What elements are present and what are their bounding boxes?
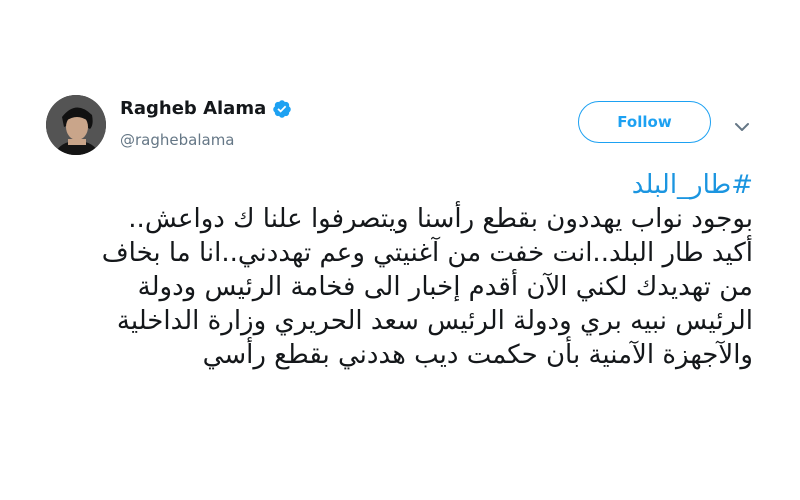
tweet-text: #طار_البلد بوجود نواب يهددون بقطع رأسنا … — [33, 168, 753, 372]
tweet-text-line: بوجود نواب يهددون بقطع رأسنا ويتصرفوا عل… — [128, 204, 753, 234]
chevron-down-icon[interactable] — [734, 118, 750, 131]
author-handle[interactable]: @raghebalama — [120, 131, 235, 149]
tweet-text-line: أكيد طار البلد..انت خفت من آغنيتي وعم ته… — [101, 238, 753, 268]
tweet-text-line: من تهديدك لكني الآن أقدم إخبار الى فخامة… — [137, 272, 753, 302]
tweet-text-line: الرئيس نبيه بري ودولة الرئيس سعد الحريري… — [116, 306, 753, 336]
verified-badge-icon — [272, 99, 292, 119]
tweet-text-line: والآجهزة الآمنية بأن حكمت ديب هددني بقطع… — [202, 340, 753, 370]
author-name-row: Ragheb Alama — [120, 98, 292, 119]
avatar[interactable] — [46, 95, 106, 155]
author-display-name[interactable]: Ragheb Alama — [120, 98, 266, 119]
tweet-card: Ragheb Alama @raghebalama Follow #طار_ال… — [0, 0, 800, 500]
hashtag-link[interactable]: #طار_البلد — [33, 168, 753, 202]
follow-button[interactable]: Follow — [578, 101, 711, 143]
